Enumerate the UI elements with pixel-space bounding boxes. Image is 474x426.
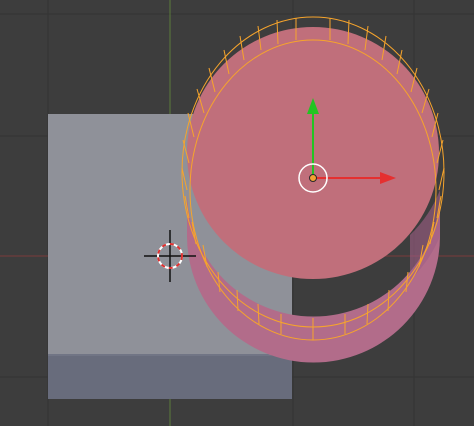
3d-viewport[interactable]: [0, 0, 474, 426]
viewport-canvas[interactable]: [0, 0, 474, 426]
cube-side-face: [48, 354, 292, 399]
object-origin-icon: [309, 174, 317, 182]
